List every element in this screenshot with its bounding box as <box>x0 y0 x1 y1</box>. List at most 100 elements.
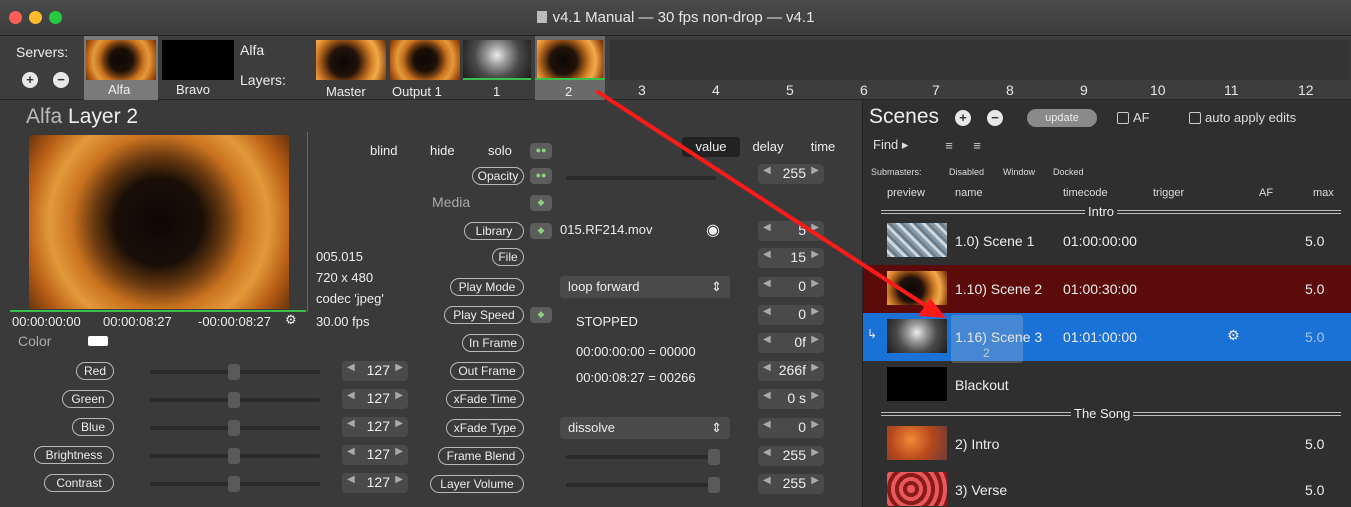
layer-volume-stepper[interactable]: ◀ 255 ▶ <box>758 474 824 494</box>
xfade-type-button[interactable]: xFade Type <box>446 419 524 437</box>
play-mode-stepper[interactable]: ◀ 0 ▶ <box>758 277 824 297</box>
red-slider[interactable] <box>150 364 320 380</box>
layer-column-11[interactable]: 11 <box>1224 82 1239 98</box>
scene-row[interactable]: Blackout <box>863 361 1351 409</box>
contrast-stepper[interactable]: ◀ 127 ▶ <box>342 473 408 493</box>
play-speed-button[interactable]: Play Speed <box>444 306 524 324</box>
xfade-time-stepper[interactable]: ◀ 0 s ▶ <box>758 389 824 409</box>
header-preview[interactable]: preview <box>887 187 925 199</box>
submasters-window[interactable]: Window <box>1003 167 1035 177</box>
blue-button[interactable]: Blue <box>72 418 114 436</box>
solo-button[interactable]: solo <box>488 143 512 158</box>
xfade-time-button[interactable]: xFade Time <box>446 390 524 408</box>
tab-delay[interactable]: delay <box>742 137 794 157</box>
layer-tile-output-1[interactable]: Output 1 <box>388 36 462 100</box>
gear-icon[interactable]: ⚙ <box>1227 327 1240 344</box>
scene-row[interactable]: 1.0) Scene 1 01:00:00:00 5.0 <box>863 217 1351 265</box>
header-name[interactable]: name <box>955 187 983 199</box>
sort-icon[interactable]: ≡ <box>967 138 987 154</box>
color-swatch[interactable] <box>88 336 108 346</box>
server-tile-bravo[interactable]: Bravo <box>162 36 236 100</box>
layer-tile-master[interactable]: Master <box>316 36 386 100</box>
layer-column-7[interactable]: 7 <box>932 82 940 98</box>
add-server-button[interactable]: + <box>22 72 38 88</box>
layer-column-5[interactable]: 5 <box>786 82 794 98</box>
frame-blend-button[interactable]: Frame Blend <box>438 447 524 465</box>
filter-icon[interactable]: ≡ <box>939 138 959 154</box>
out-frame-button[interactable]: Out Frame <box>450 362 524 380</box>
play-speed-toggle[interactable]: ◆ <box>530 307 552 323</box>
layer-tile-2[interactable]: 2 <box>535 36 605 100</box>
file-button[interactable]: File <box>492 248 524 266</box>
server-tile-alfa[interactable]: Alfa <box>84 36 158 100</box>
layer-column-8[interactable]: 8 <box>1006 82 1014 98</box>
auto-apply-checkbox[interactable] <box>1189 112 1201 124</box>
update-button[interactable]: update <box>1027 109 1097 127</box>
red-button[interactable]: Red <box>76 362 114 380</box>
brightness-stepper[interactable]: ◀ 127 ▶ <box>342 445 408 465</box>
remove-scene-button[interactable]: − <box>987 110 1003 126</box>
play-mode-button[interactable]: Play Mode <box>450 278 524 296</box>
scene-row[interactable]: 1.10) Scene 2 01:00:30:00 5.0 <box>863 265 1351 313</box>
file-stepper[interactable]: ◀ 15 ▶ <box>758 248 824 268</box>
contrast-slider[interactable] <box>150 476 320 492</box>
brightness-slider[interactable] <box>150 448 320 464</box>
play-speed-stepper[interactable]: ◀ 0 ▶ <box>758 305 824 325</box>
layer-column-10[interactable]: 10 <box>1150 82 1166 98</box>
in-frame-button[interactable]: In Frame <box>462 334 524 352</box>
tab-time[interactable]: time <box>798 137 848 157</box>
blue-slider[interactable] <box>150 420 320 436</box>
find-button[interactable]: Find ▸ <box>873 137 908 153</box>
red-stepper[interactable]: ◀ 127 ▶ <box>342 361 408 381</box>
tab-value[interactable]: value <box>682 137 740 157</box>
header-af[interactable]: AF <box>1259 187 1273 199</box>
play-mode-select[interactable]: loop forward ⇕ <box>560 276 730 298</box>
xfade-type-select[interactable]: dissolve ⇕ <box>560 417 730 439</box>
submasters-docked[interactable]: Docked <box>1053 167 1084 177</box>
opacity-slider[interactable] <box>566 176 716 180</box>
layer-column-9[interactable]: 9 <box>1080 82 1088 98</box>
eye-icon[interactable]: ◉ <box>706 220 720 240</box>
header-trigger[interactable]: trigger <box>1153 187 1184 199</box>
blue-stepper[interactable]: ◀ 127 ▶ <box>342 417 408 437</box>
add-scene-button[interactable]: + <box>955 110 971 126</box>
solo-toggle[interactable]: ●● <box>530 143 552 159</box>
scene-row[interactable]: 2) Intro 5.0 <box>863 420 1351 468</box>
out-frame-stepper[interactable]: ◀ 266f ▶ <box>758 361 824 381</box>
submasters-disabled[interactable]: Disabled <box>949 167 984 177</box>
layer-volume-button[interactable]: Layer Volume <box>430 475 524 493</box>
library-stepper[interactable]: ◀ 5 ▶ <box>758 221 824 241</box>
library-toggle[interactable]: ◆ <box>530 223 552 239</box>
remove-server-button[interactable]: − <box>53 72 69 88</box>
layer-column-4[interactable]: 4 <box>712 82 720 98</box>
frame-blend-slider[interactable] <box>566 449 720 465</box>
library-button[interactable]: Library <box>464 222 524 240</box>
scene-row[interactable]: ↳ 1.16) Scene 3 01:01:00:00 ⚙ 5.0 2 <box>863 313 1351 363</box>
layer-column-3[interactable]: 3 <box>638 82 646 98</box>
brightness-button[interactable]: Brightness <box>34 446 114 464</box>
scene-row[interactable]: 3) Verse 5.0 <box>863 466 1351 507</box>
library-field[interactable]: 015.RF214.mov <box>560 222 653 237</box>
green-slider[interactable] <box>150 392 320 408</box>
out-frame-field[interactable]: 00:00:08:27 = 00266 <box>576 370 696 385</box>
hide-button[interactable]: hide <box>430 143 455 158</box>
in-frame-field[interactable]: 00:00:00:00 = 00000 <box>576 344 696 359</box>
opacity-button[interactable]: Opacity <box>472 167 524 185</box>
header-timecode[interactable]: timecode <box>1063 187 1108 199</box>
frame-blend-stepper[interactable]: ◀ 255 ▶ <box>758 446 824 466</box>
green-stepper[interactable]: ◀ 127 ▶ <box>342 389 408 409</box>
media-toggle[interactable]: ◆ <box>530 195 552 211</box>
playhead-bar[interactable] <box>10 310 306 312</box>
layer-column-12[interactable]: 12 <box>1298 82 1314 98</box>
blind-button[interactable]: blind <box>370 143 397 158</box>
green-button[interactable]: Green <box>62 390 114 408</box>
opacity-toggle[interactable]: ●● <box>530 168 552 184</box>
contrast-button[interactable]: Contrast <box>44 474 114 492</box>
layer-tile-1[interactable]: 1 <box>463 36 533 100</box>
xfade-type-stepper[interactable]: ◀ 0 ▶ <box>758 418 824 438</box>
header-max[interactable]: max <box>1313 187 1334 199</box>
layer-column-6[interactable]: 6 <box>860 82 868 98</box>
layer-volume-slider[interactable] <box>566 477 720 493</box>
gear-icon[interactable]: ⚙ <box>285 312 297 328</box>
opacity-stepper[interactable]: ◀ 255 ▶ <box>758 164 824 184</box>
